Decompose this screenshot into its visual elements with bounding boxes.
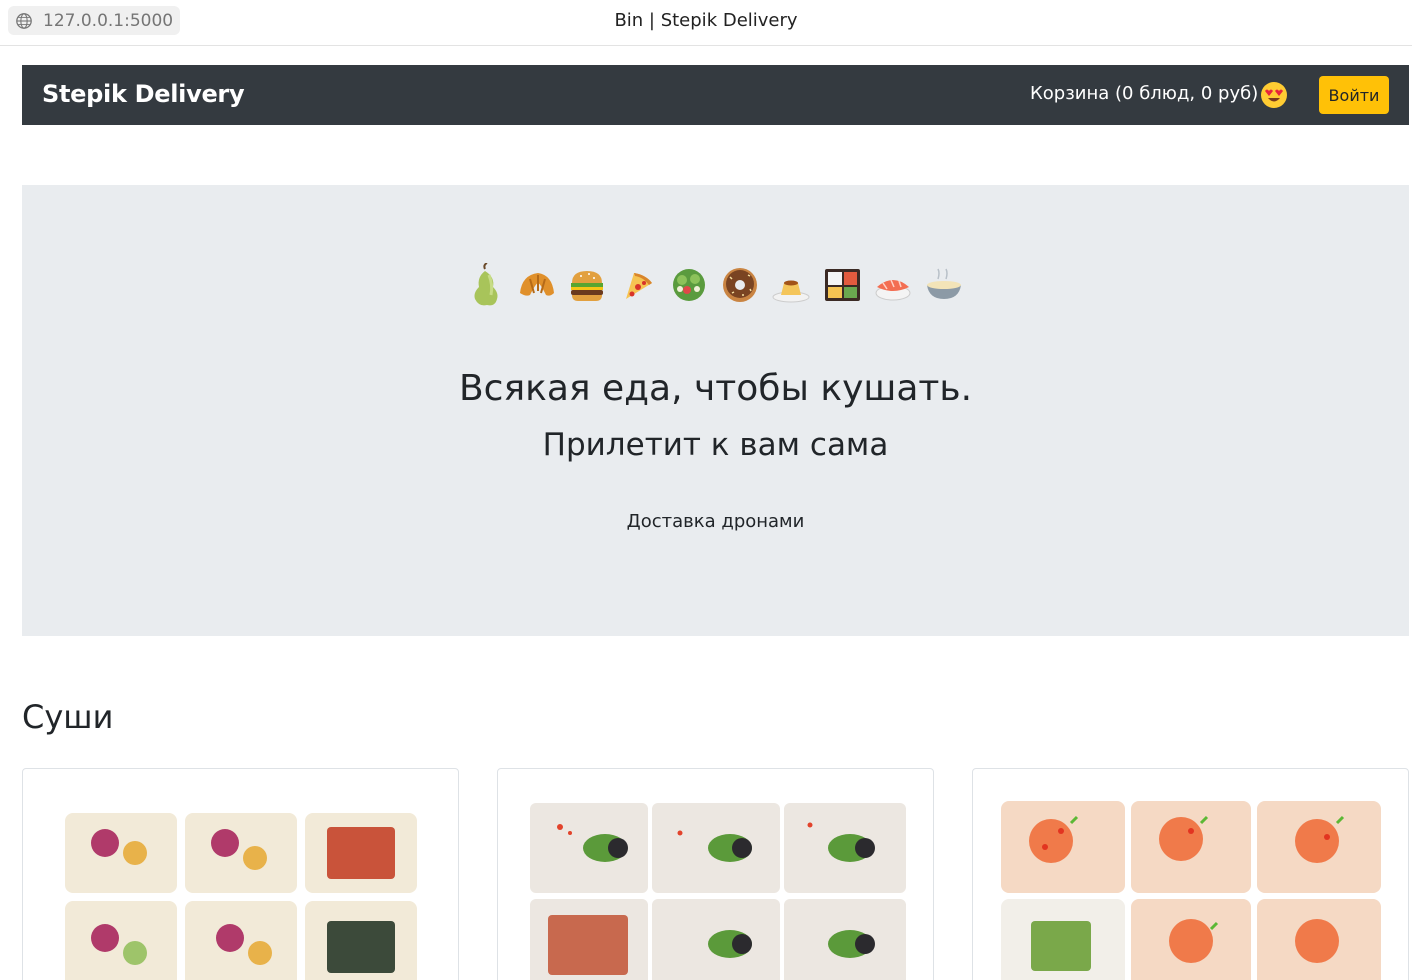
sushi-roll-image-1 <box>65 813 417 980</box>
sushi-icon <box>875 279 911 301</box>
donut-icon <box>723 268 757 302</box>
tab-title: Bin | Stepik Delivery <box>614 10 798 31</box>
pear-icon <box>474 263 498 306</box>
product-card[interactable] <box>497 768 934 980</box>
pizza-icon <box>626 273 652 299</box>
cart-link[interactable]: Корзина (0 блюд, 0 руб) <box>1030 83 1258 104</box>
product-card[interactable] <box>972 768 1409 980</box>
browser-title-bar: 127.0.0.1:5000 Bin | Stepik Delivery <box>0 0 1412 46</box>
hero-jumbotron: Всякая еда, чтобы кушать. Прилетит к вам… <box>22 185 1409 636</box>
bento-icon <box>825 269 860 301</box>
flan-icon <box>772 280 810 303</box>
burger-icon <box>571 271 603 301</box>
sushi-roll-image-3 <box>1001 801 1381 980</box>
food-emoji-row <box>465 263 965 307</box>
hero-subtitle: Прилетит к вам сама <box>542 427 889 463</box>
heart-eyes-emoji-icon <box>1261 82 1287 108</box>
noodle-bowl-icon <box>927 268 961 299</box>
category-title: Суши <box>22 698 114 736</box>
navbar: Stepik Delivery Корзина (0 блюд, 0 руб) … <box>22 65 1409 125</box>
salad-icon <box>673 269 705 301</box>
login-button[interactable]: Войти <box>1319 76 1389 114</box>
hero-tagline: Доставка дронами <box>626 511 805 532</box>
product-card[interactable] <box>22 768 459 980</box>
sushi-roll-image-2 <box>530 803 906 980</box>
brand-link[interactable]: Stepik Delivery <box>42 80 245 108</box>
croissant-icon <box>520 273 554 296</box>
hero-title: Всякая еда, чтобы кушать. <box>458 368 973 409</box>
